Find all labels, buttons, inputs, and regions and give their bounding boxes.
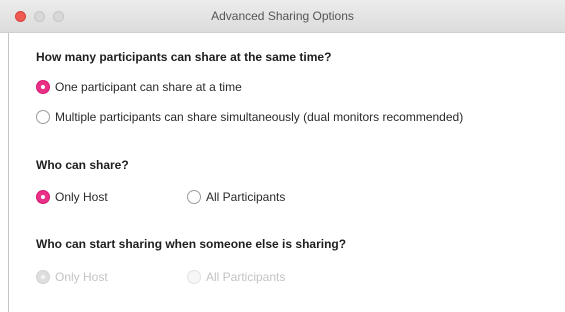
radio-start-sharing-all-participants (187, 270, 201, 284)
option-one-participant[interactable]: One participant can share at a time (36, 80, 242, 94)
option-start-sharing-all-participants: All Participants (187, 270, 285, 284)
window-edge-divider (8, 33, 9, 312)
radio-only-host[interactable] (36, 190, 50, 204)
option-only-host-label: Only Host (55, 190, 108, 204)
radio-all-participants[interactable] (187, 190, 201, 204)
option-only-host[interactable]: Only Host (36, 190, 108, 204)
section-title-simultaneous-share: How many participants can share at the s… (36, 50, 332, 64)
advanced-sharing-options-window: Advanced Sharing Options How many partic… (0, 0, 565, 312)
option-multiple-participants-label: Multiple participants can share simultan… (55, 110, 464, 124)
radio-multiple-participants[interactable] (36, 110, 50, 124)
option-one-participant-label: One participant can share at a time (55, 80, 242, 94)
radio-start-sharing-only-host (36, 270, 50, 284)
option-all-participants-label: All Participants (206, 190, 286, 204)
option-start-sharing-all-participants-label: All Participants (206, 270, 286, 284)
option-multiple-participants[interactable]: Multiple participants can share simultan… (36, 110, 463, 124)
radio-one-participant[interactable] (36, 80, 50, 94)
section-title-who-can-share: Who can share? (36, 158, 129, 172)
option-all-participants[interactable]: All Participants (187, 190, 285, 204)
section-title-start-sharing: Who can start sharing when someone else … (36, 237, 347, 251)
option-start-sharing-only-host: Only Host (36, 270, 108, 284)
title-bar: Advanced Sharing Options (0, 0, 565, 33)
window-title: Advanced Sharing Options (211, 9, 354, 23)
option-start-sharing-only-host-label: Only Host (55, 270, 108, 284)
